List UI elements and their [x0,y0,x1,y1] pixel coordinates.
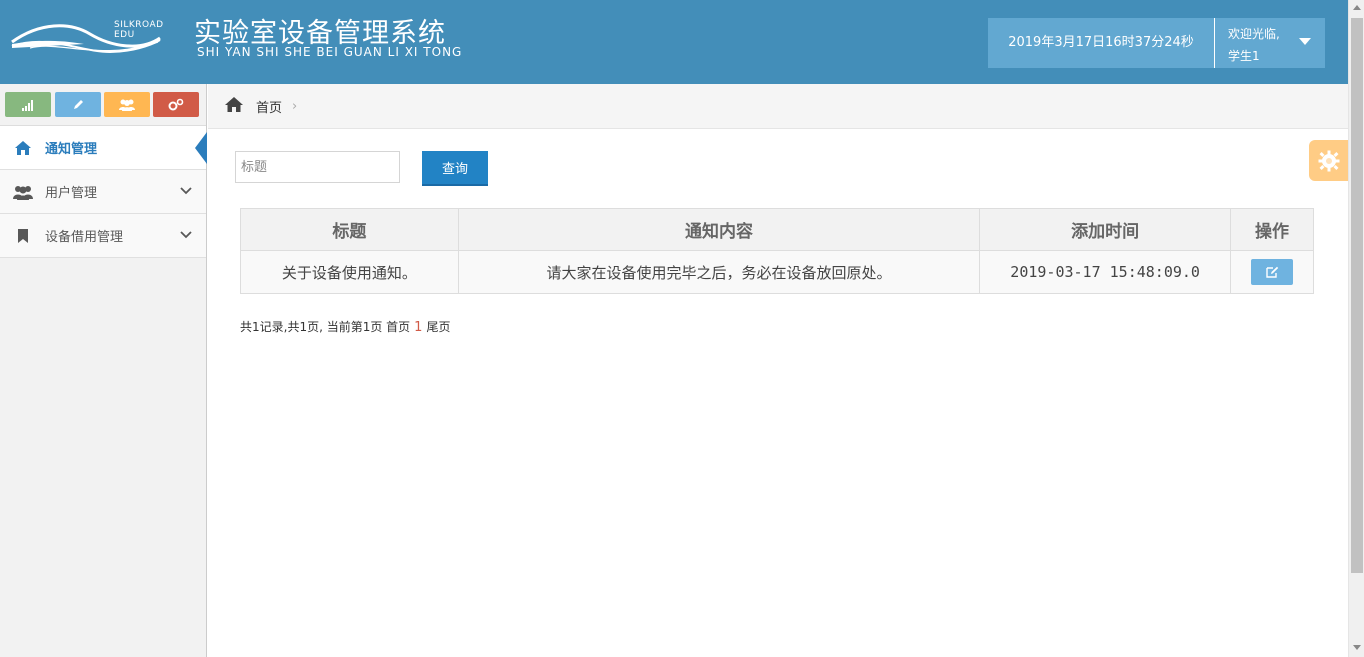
sidebar-item-users[interactable]: 用户管理 [0,170,206,214]
signal-shortcut-button[interactable] [5,92,51,117]
sidebar-item-label: 用户管理 [45,186,98,201]
current-datetime: 2019年3月17日16时37分24秒 [988,18,1215,68]
settings-toggle-button[interactable] [1309,140,1348,181]
gear-icon [1318,150,1339,171]
breadcrumb: 首页 › [208,84,1348,129]
sidebar-item-notice[interactable]: 通知管理 [0,126,207,170]
caret-down-icon[interactable] [1299,38,1311,45]
breadcrumb-home-link[interactable]: 首页 [256,97,282,116]
scroll-thumb[interactable] [1351,18,1363,573]
users-icon [119,99,135,111]
bookmark-icon [12,227,34,245]
signal-icon [22,99,33,111]
chevron-down-icon [180,228,192,243]
logo-text: SILKROAD EDU [114,20,164,40]
table-header-row: 标题 通知内容 添加时间 操作 [240,208,1314,251]
pager-last-link[interactable]: 尾页 [426,320,450,334]
edit-icon [1265,266,1278,278]
top-navbar: SILKROAD EDU 实验室设备管理系统 SHI YAN SHI SHE B… [0,0,1348,84]
cell-content: 请大家在设备使用完毕之后，务必在设备放回原处。 [457,250,981,294]
pager-current-page[interactable]: 1 [414,320,422,335]
sidebar-shortcuts [0,84,206,126]
home-icon[interactable] [224,96,244,117]
sidebar-item-label: 设备借用管理 [45,230,124,245]
sidebar-item-label: 通知管理 [45,142,98,157]
home-icon [12,139,34,157]
silkroad-logo[interactable]: SILKROAD EDU [10,12,180,64]
welcome-text: 欢迎光临, [1228,27,1280,41]
cogs-shortcut-button[interactable] [153,92,199,117]
pencil-shortcut-button[interactable] [55,92,101,117]
sidebar: 通知管理 用户管理 设备借用管理 [0,84,207,657]
column-header-content: 通知内容 [457,208,981,251]
cell-time: 2019-03-17 15:48:09.0 [979,250,1232,294]
edit-button[interactable] [1251,259,1294,285]
vertical-scrollbar[interactable] [1348,0,1364,657]
chevron-right-icon: › [292,98,298,114]
column-header-title: 标题 [240,208,459,251]
chevron-down-icon [180,184,192,199]
column-header-action: 操作 [1230,208,1314,251]
notice-table: 标题 通知内容 添加时间 操作 关于设备使用通知。 请大家在设备使用完毕之后，务… [240,208,1314,294]
sidebar-item-equipment-borrow[interactable]: 设备借用管理 [0,214,206,258]
scroll-up-arrow-icon[interactable] [1353,5,1361,10]
system-subtitle: SHI YAN SHI SHE BEI GUAN LI XI TONG [197,45,463,59]
title-search-input[interactable] [235,151,400,183]
users-icon [12,183,34,201]
pager-summary: 共1记录,共1页, 当前第1页 首页 [240,320,411,334]
table-row: 关于设备使用通知。 请大家在设备使用完毕之后，务必在设备放回原处。 2019-0… [240,250,1314,294]
cell-action [1230,250,1314,294]
cogs-icon [168,98,184,111]
pagination: 共1记录,共1页, 当前第1页 首页 1 尾页 [240,318,450,335]
cell-title: 关于设备使用通知。 [240,250,459,294]
pencil-icon [73,100,83,109]
search-button[interactable]: 查询 [422,151,488,186]
user-menu-toggle[interactable]: 欢迎光临, 学生1 [1228,23,1298,67]
username: 学生1 [1228,49,1260,63]
scroll-down-arrow-icon[interactable] [1353,645,1361,650]
active-indicator [195,132,207,164]
users-shortcut-button[interactable] [104,92,150,117]
column-header-time: 添加时间 [979,208,1232,251]
user-info-box: 2019年3月17日16时37分24秒 欢迎光临, 学生1 [988,18,1325,68]
